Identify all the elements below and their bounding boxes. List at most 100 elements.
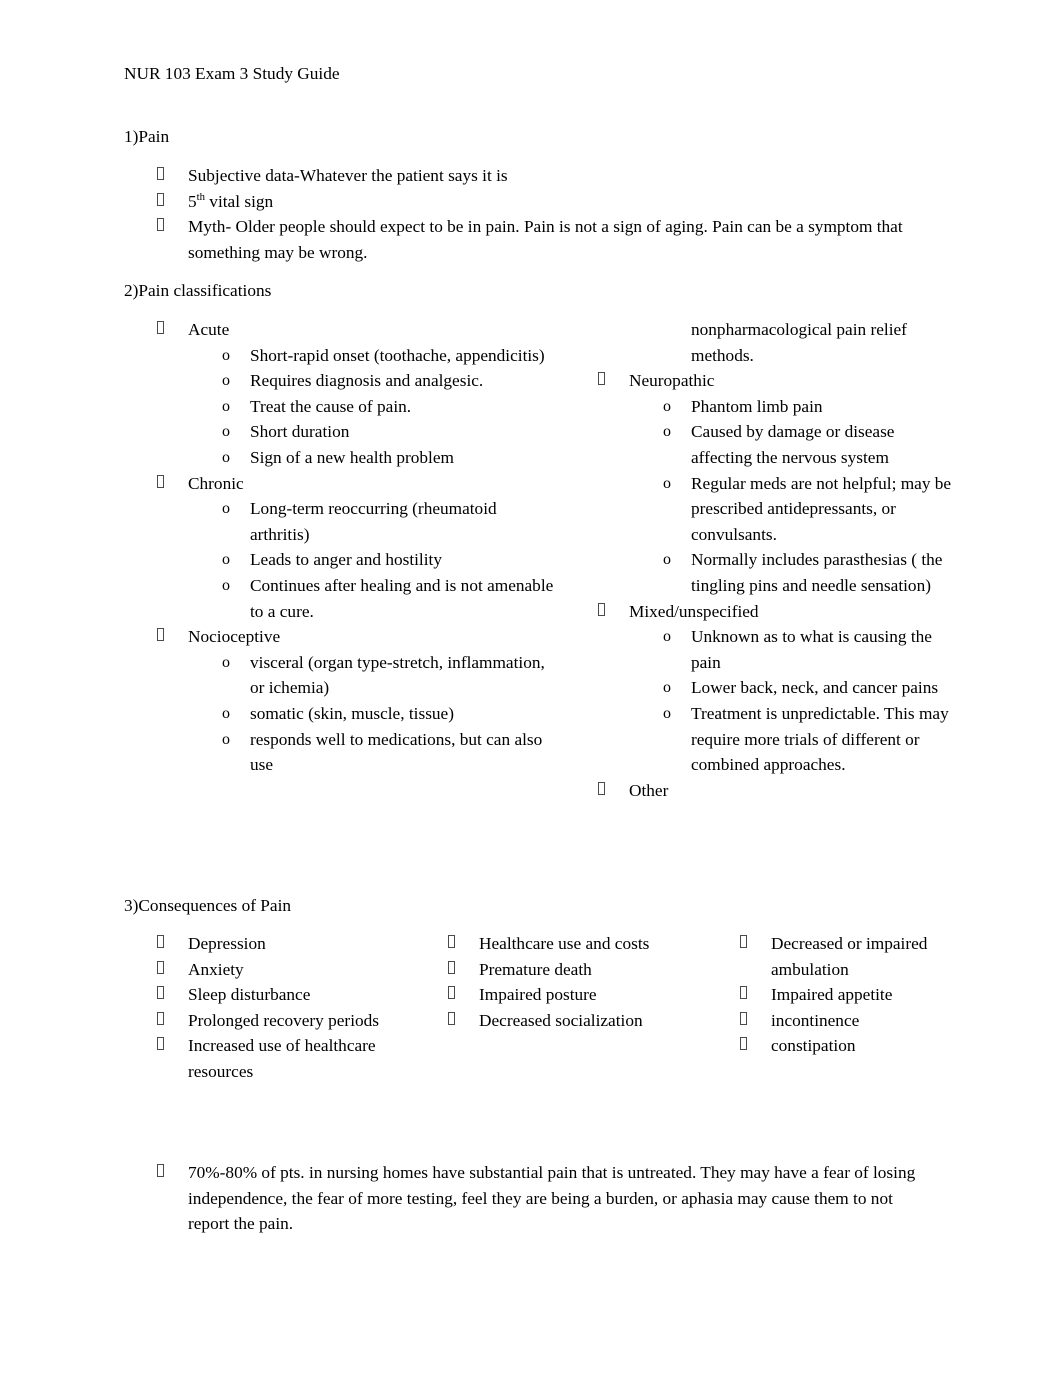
circle-bullet-icon: o <box>222 551 230 569</box>
circle-bullet-icon: o <box>663 704 671 722</box>
square-bullet-icon <box>157 1160 177 1186</box>
square-bullet-icon <box>157 163 177 189</box>
list-item: Prolonged recovery periods <box>157 1008 407 1034</box>
page-title: NUR 103 Exam 3 Study Guide <box>124 64 340 83</box>
list-item: o visceral (organ type-stretch, inflamma… <box>157 650 557 701</box>
list-item-label: Acute <box>188 320 230 339</box>
list-item: Sleep disturbance <box>157 982 407 1008</box>
circle-bullet-icon: o <box>663 679 671 697</box>
square-bullet-icon <box>598 368 618 394</box>
circle-bullet-icon: o <box>663 628 671 646</box>
list-item: o Normally includes parasthesias ( the t… <box>598 547 958 598</box>
list-item-label: 5th vital sign <box>188 189 927 215</box>
list-item-label: Long-term reoccurring (rheumatoid arthri… <box>250 499 497 544</box>
list-item: o somatic (skin, muscle, tissue) <box>157 701 557 727</box>
circle-bullet-icon: o <box>663 397 671 415</box>
square-bullet-icon <box>157 624 177 650</box>
list-item-label: Requires diagnosis and analgesic. <box>250 371 484 391</box>
list-item: Increased use of healthcare resources <box>157 1033 407 1084</box>
list-item-label: Phantom limb pain <box>691 396 823 416</box>
list-item-label: Other <box>629 780 669 800</box>
list-item: Impaired appetite <box>740 982 1000 1008</box>
circle-bullet-icon: o <box>222 346 230 364</box>
list-item: o Short duration <box>157 419 557 445</box>
square-bullet-icon <box>157 317 177 343</box>
document-page: NUR 103 Exam 3 Study Guide 1)Pain Subjec… <box>0 0 1062 1377</box>
list-item-label: Decreased or impaired ambulation <box>771 934 928 979</box>
list-item: Neuropathic <box>598 368 958 394</box>
list-item: o Long-term reoccurring (rheumatoid arth… <box>157 496 557 547</box>
circle-bullet-icon: o <box>222 500 230 518</box>
circle-bullet-icon: o <box>222 730 230 748</box>
fifth-vital-sign-text: vital sign <box>204 191 274 211</box>
square-bullet-icon <box>157 1033 177 1059</box>
section2-right-column: nonpharmacological pain relief methods. … <box>598 317 958 803</box>
circle-bullet-icon: o <box>222 576 230 594</box>
list-item-label: Healthcare use and costs <box>479 934 650 953</box>
list-item-label: Depression <box>188 934 266 953</box>
list-item: Anxiety <box>157 957 407 983</box>
section1-list: Subjective data-Whatever the patient say… <box>157 163 927 265</box>
list-item: o Requires diagnosis and analgesic. <box>157 368 557 394</box>
list-item: Premature death <box>448 957 698 983</box>
circle-bullet-icon: o <box>222 653 230 671</box>
list-item: o Leads to anger and hostility <box>157 547 557 573</box>
list-item: o Treatment is unpredictable. This may r… <box>598 701 958 778</box>
list-item: Chronic <box>157 471 557 497</box>
list-item-label: nonpharmacological pain relief methods. <box>691 320 907 365</box>
list-item-label: Unknown as to what is causing the pain <box>691 627 932 672</box>
circle-bullet-icon: o <box>222 397 230 415</box>
list-item-label: Caused by damage or disease affecting th… <box>691 422 895 467</box>
list-item: incontinence <box>740 1008 1000 1034</box>
list-item: o Unknown as to what is causing the pain <box>598 624 958 675</box>
list-item: 5th vital sign <box>157 189 927 215</box>
list-item: 70%-80% of pts. in nursing homes have su… <box>157 1160 932 1237</box>
list-item: o responds well to medications, but can … <box>157 727 557 778</box>
list-item-label: Impaired appetite <box>771 985 893 1005</box>
list-item-label: Anxiety <box>188 959 244 979</box>
list-item-continuation: nonpharmacological pain relief methods. <box>598 317 958 368</box>
list-item: o Caused by damage or disease affecting … <box>598 419 958 470</box>
list-item-label: Chronic <box>188 473 244 493</box>
list-item-label: Treatment is unpredictable. This may req… <box>691 703 949 775</box>
list-item: Nocioceptive <box>157 624 557 650</box>
square-bullet-icon <box>598 778 618 804</box>
list-item-label: Normally includes parasthesias ( the tin… <box>691 550 943 595</box>
list-item-label: Short duration <box>250 422 350 442</box>
list-item-label: Myth- Older people should expect to be i… <box>188 217 903 262</box>
fifth-vital-sign-number: 5 <box>188 191 197 211</box>
list-item-label: Leads to anger and hostility <box>250 550 442 570</box>
list-item-label: Neuropathic <box>629 371 715 391</box>
square-bullet-icon <box>157 189 177 215</box>
list-item-label: somatic (skin, muscle, tissue) <box>250 703 454 723</box>
section2-left-column: Acute o Short-rapid onset (toothache, ap… <box>157 317 557 778</box>
list-item: Mixed/unspecified <box>598 599 958 625</box>
square-bullet-icon <box>448 957 468 983</box>
list-item: Depression <box>157 931 407 957</box>
square-bullet-icon <box>157 982 177 1008</box>
square-bullet-icon <box>448 982 468 1008</box>
list-item: constipation <box>740 1033 1000 1059</box>
list-item: Subjective data-Whatever the patient say… <box>157 163 927 189</box>
list-item: o Lower back, neck, and cancer pains <box>598 675 958 701</box>
list-item-label: Nocioceptive <box>188 627 281 647</box>
list-item: Myth- Older people should expect to be i… <box>157 214 927 265</box>
square-bullet-icon <box>740 931 760 957</box>
square-bullet-icon <box>157 214 177 240</box>
list-item: o Sign of a new health problem <box>157 445 557 471</box>
list-item: o Regular meds are not helpful; may be p… <box>598 471 958 548</box>
list-item: Healthcare use and costs <box>448 931 698 957</box>
list-item: Decreased socialization <box>448 1008 698 1034</box>
section-heading-pain-classifications: 2)Pain classifications <box>124 281 272 300</box>
list-item-label: Impaired posture <box>479 985 597 1005</box>
list-item: Other <box>598 778 958 804</box>
list-item-label: Prolonged recovery periods <box>188 1010 379 1030</box>
list-item-label: Decreased socialization <box>479 1010 643 1030</box>
square-bullet-icon <box>157 471 177 497</box>
circle-bullet-icon: o <box>663 423 671 441</box>
list-item-label: incontinence <box>771 1010 860 1030</box>
list-item-label: Lower back, neck, and cancer pains <box>691 678 939 698</box>
square-bullet-icon <box>740 1033 760 1059</box>
list-item-label: visceral (organ type-stretch, inflammati… <box>250 652 545 698</box>
list-item: Acute <box>157 317 557 343</box>
